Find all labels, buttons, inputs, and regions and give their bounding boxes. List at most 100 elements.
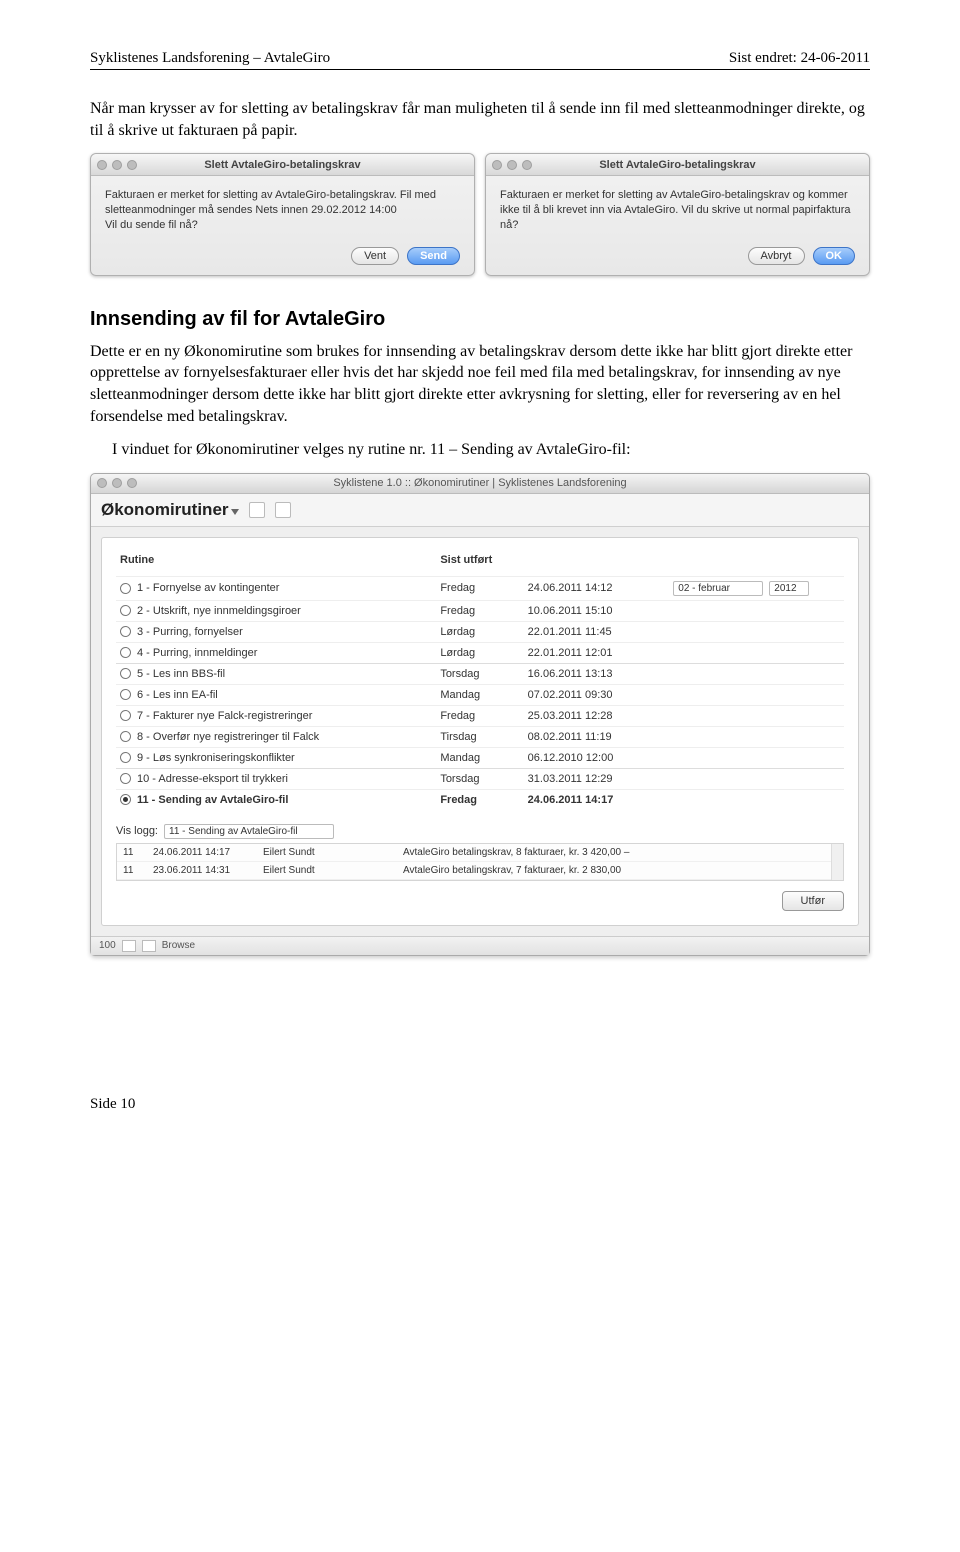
routine-date: 24.06.2011 14:17 [524, 789, 670, 810]
routine-extra [669, 705, 844, 726]
routine-day: Torsdag [436, 768, 523, 789]
nav-list-icon[interactable] [142, 940, 156, 952]
dialog-title: Slett AvtaleGiro-betalingskrav [486, 159, 869, 171]
routine-extra [669, 768, 844, 789]
routine-day: Lørdag [436, 642, 523, 663]
routine-extra: 02 - februar 2012 [669, 576, 844, 600]
col-sist: Sist utført [436, 548, 523, 577]
app-titlebar: Syklistene 1.0 :: Økonomirutiner | Sykli… [91, 474, 869, 494]
routine-extra [669, 642, 844, 663]
col-blank-date [524, 548, 670, 577]
routine-date: 08.02.2011 11:19 [524, 726, 670, 747]
table-row[interactable]: 3 - Purring, fornyelserLørdag22.01.2011 … [116, 621, 844, 642]
routine-label: 4 - Purring, innmeldinger [137, 647, 257, 659]
wait-button[interactable]: Vent [351, 247, 399, 265]
routine-label: 2 - Utskrift, nye innmeldingsgiroer [137, 605, 301, 617]
table-row[interactable]: 6 - Les inn EA-filMandag07.02.2011 09:30 [116, 684, 844, 705]
dialog-title: Slett AvtaleGiro-betalingskrav [91, 159, 474, 171]
page-footer: Side 10 [90, 1096, 870, 1113]
export-icon[interactable] [275, 502, 291, 518]
routine-day: Fredag [436, 576, 523, 600]
record-count: 100 [99, 940, 116, 951]
vis-logg-label: Vis logg: [116, 825, 158, 837]
routine-label: 10 - Adresse-eksport til trykkeri [137, 773, 288, 785]
routine-radio[interactable] [120, 773, 131, 784]
routine-day: Fredag [436, 600, 523, 621]
status-mode: Browse [162, 940, 195, 951]
chevron-down-icon[interactable] [231, 509, 239, 515]
log-cell-dt: 24.06.2011 14:17 [153, 847, 263, 858]
routine-day: Torsdag [436, 663, 523, 684]
section-heading: Innsending av fil for AvtaleGiro [90, 308, 870, 331]
table-row[interactable]: 10 - Adresse-eksport til trykkeri Torsdag… [116, 768, 844, 789]
routine-radio[interactable] [120, 647, 131, 658]
log-cell-n: 11 [123, 847, 153, 858]
dialog-row: Slett AvtaleGiro-betalingskrav Fakturaen… [90, 153, 870, 276]
routine-label: 8 - Overfør nye registreringer til Falck [137, 731, 319, 743]
routine-radio[interactable] [120, 731, 131, 742]
routine-label: 3 - Purring, fornyelser [137, 626, 243, 638]
routine-day: Lørdag [436, 621, 523, 642]
routine-date: 07.02.2011 09:30 [524, 684, 670, 705]
routine-extra [669, 789, 844, 810]
cancel-button[interactable]: Avbryt [748, 247, 805, 265]
section-paragraph-2: I vinduet for Økonomirutiner velges ny r… [90, 439, 870, 461]
table-row[interactable]: 8 - Overfør nye registreringer til Falck… [116, 726, 844, 747]
routine-day: Fredag [436, 789, 523, 810]
routine-label: 1 - Fornyelse av kontingenter [137, 582, 279, 594]
log-row: 1123.06.2011 14:31Eilert SundtAvtaleGiro… [117, 862, 843, 880]
log-cell-dt: 23.06.2011 14:31 [153, 865, 263, 876]
log-cell-msg: AvtaleGiro betalingskrav, 7 fakturaer, k… [403, 865, 837, 876]
toolbar-title[interactable]: Økonomirutiner [101, 500, 239, 520]
nav-first-icon[interactable] [122, 940, 136, 952]
print-icon[interactable] [249, 502, 265, 518]
routine-radio[interactable] [120, 752, 131, 763]
header-left: Syklistenes Landsforening – AvtaleGiro [90, 50, 330, 67]
app-title: Syklistene 1.0 :: Økonomirutiner | Sykli… [91, 477, 869, 489]
vis-logg-row: Vis logg: 11 - Sending av AvtaleGiro-fil [116, 824, 844, 839]
log-cell-msg: AvtaleGiro betalingskrav, 8 fakturaer, k… [403, 847, 837, 858]
table-row[interactable]: 2 - Utskrift, nye innmeldingsgiroer Freda… [116, 600, 844, 621]
routine-radio[interactable] [120, 605, 131, 616]
routine-radio[interactable] [120, 794, 131, 805]
section-paragraph-1: Dette er en ny Økonomirutine som brukes … [90, 341, 870, 427]
delete-dialog-send: Slett AvtaleGiro-betalingskrav Fakturaen… [90, 153, 475, 276]
dialog-titlebar: Slett AvtaleGiro-betalingskrav [486, 154, 869, 176]
routine-extra [669, 600, 844, 621]
table-row[interactable]: 9 - Løs synkroniseringskonflikterMandag0… [116, 747, 844, 768]
ok-button[interactable]: OK [813, 247, 856, 265]
month-select[interactable]: 02 - februar [673, 581, 763, 596]
routine-date: 25.03.2011 12:28 [524, 705, 670, 726]
routine-label: 7 - Fakturer nye Falck-registreringer [137, 710, 312, 722]
vis-logg-select[interactable]: 11 - Sending av AvtaleGiro-fil [164, 824, 334, 839]
dialog-body: Fakturaen er merket for sletting av Avta… [105, 188, 460, 233]
routine-radio[interactable] [120, 710, 131, 721]
routine-radio[interactable] [120, 583, 131, 594]
content-area: Rutine Sist utført 1 - Fornyelse av kont… [101, 537, 859, 926]
scrollbar[interactable] [831, 844, 843, 880]
header-right: Sist endret: 24-06-2011 [729, 50, 870, 67]
table-row[interactable]: 4 - Purring, innmeldinger Lørdag22.01.201… [116, 642, 844, 663]
routine-day: Mandag [436, 684, 523, 705]
year-select[interactable]: 2012 [769, 581, 809, 596]
routine-date: 22.01.2011 12:01 [524, 642, 670, 663]
routine-day: Tirsdag [436, 726, 523, 747]
utfor-button[interactable]: Utfør [782, 891, 844, 911]
table-row[interactable]: 1 - Fornyelse av kontingenterFredag24.06… [116, 576, 844, 600]
send-button[interactable]: Send [407, 247, 460, 265]
routines-table: Rutine Sist utført 1 - Fornyelse av kont… [116, 548, 844, 810]
log-cell-n: 11 [123, 865, 153, 876]
table-row[interactable]: 11 - Sending av AvtaleGiro-filFredag24.0… [116, 789, 844, 810]
table-row[interactable]: 7 - Fakturer nye Falck-registreringerFre… [116, 705, 844, 726]
log-row: 1124.06.2011 14:17Eilert SundtAvtaleGiro… [117, 844, 843, 862]
toolbar-title-text: Økonomirutiner [101, 500, 229, 519]
routine-radio[interactable] [120, 689, 131, 700]
routine-label: 9 - Løs synkroniseringskonflikter [137, 752, 295, 764]
table-row[interactable]: 5 - Les inn BBS-filTorsdag16.06.2011 13:… [116, 663, 844, 684]
routine-radio[interactable] [120, 668, 131, 679]
dialog-body: Fakturaen er merket for sletting av Avta… [500, 188, 855, 233]
log-cell-who: Eilert Sundt [263, 865, 403, 876]
col-blank-extra [669, 548, 844, 577]
routine-radio[interactable] [120, 626, 131, 637]
dialog-titlebar: Slett AvtaleGiro-betalingskrav [91, 154, 474, 176]
